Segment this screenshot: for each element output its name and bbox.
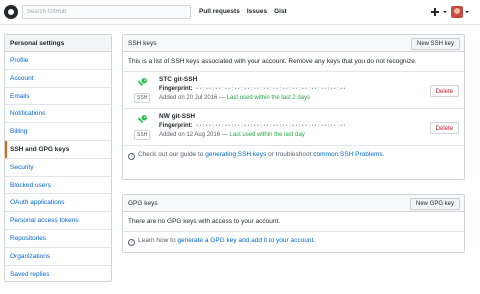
github-logo-icon[interactable] xyxy=(4,5,18,19)
sidebar-item-billing[interactable]: Billing xyxy=(5,123,111,141)
key-fingerprint: Fingerprint: ••:••:••:••:••:••:••:••:••:•… xyxy=(159,86,346,92)
gpg-keys-header: GPG keys New GPG key xyxy=(123,195,464,212)
top-nav: Pull requests Issues Gist xyxy=(199,8,287,15)
key-details: NW git-SSH Fingerprint: ••:••:••:••:••:••… xyxy=(159,113,346,138)
user-menu-chevron-down-icon[interactable] xyxy=(465,11,469,13)
key-added-date: Added on 12 Aug 2016 — Last used within … xyxy=(159,132,346,138)
help-prefix: Learn how to xyxy=(138,237,178,244)
gpg-keys-panel: GPG keys New GPG key There are no GPG ke… xyxy=(122,194,465,253)
key-fingerprint: Fingerprint: ••:••:••:••:••:••:••:••:••:•… xyxy=(159,123,346,129)
avatar[interactable] xyxy=(451,6,463,18)
sidebar-item-emails[interactable]: Emails xyxy=(5,88,111,106)
nav-issues[interactable]: Issues xyxy=(247,8,267,15)
nav-gist[interactable]: Gist xyxy=(274,8,287,15)
sidebar-item-notifications[interactable]: Notifications xyxy=(5,105,111,124)
list-item: SSH NW git-SSH Fingerprint: ••:••:••:••:•… xyxy=(123,109,464,146)
gpg-empty-text: There are no GPG keys with access to you… xyxy=(123,212,464,232)
ssh-badge: SSH xyxy=(134,130,151,140)
sidebar-item-security[interactable]: Security xyxy=(5,159,111,177)
sidebar-item-account[interactable]: Account xyxy=(5,70,111,88)
sidebar-item-blocked-users[interactable]: Blocked users xyxy=(5,177,111,195)
key-icon xyxy=(135,114,149,126)
new-ssh-key-button[interactable]: New SSH key xyxy=(410,37,460,50)
sidebar-item-profile[interactable]: Profile xyxy=(5,52,111,70)
added-text: Added on 12 Aug 2016 — xyxy=(159,132,230,138)
help-prefix: Check out our guide to xyxy=(138,151,206,158)
fingerprint-label: Fingerprint: xyxy=(159,86,193,92)
list-item: SSH STC git-SSH Fingerprint: ••:••:••:••:… xyxy=(123,72,464,109)
ssh-keys-header: SSH keys New SSH key xyxy=(123,35,464,52)
sidebar-item-repositories[interactable]: Repositories xyxy=(5,230,111,248)
fingerprint-label: Fingerprint: xyxy=(159,123,193,129)
gpg-keys-title: GPG keys xyxy=(128,200,158,207)
last-used-text: Last used within the last 2 days xyxy=(226,95,311,101)
generating-ssh-keys-link[interactable]: generating SSH keys xyxy=(205,151,266,158)
key-title: NW git-SSH xyxy=(159,113,196,120)
sidebar-item-oauth-applications[interactable]: OAuth applications xyxy=(5,194,111,213)
help-suffix: . xyxy=(313,237,316,244)
common-ssh-problems-link[interactable]: common SSH Problems xyxy=(313,151,382,158)
key-title: STC git-SSH xyxy=(159,76,198,83)
question-icon: ? xyxy=(128,239,135,246)
create-new-plus-icon[interactable] xyxy=(430,6,442,18)
ssh-keys-title: SSH keys xyxy=(128,40,157,47)
create-menu-chevron-down-icon[interactable] xyxy=(443,11,447,13)
gpg-help-text: ? Learn how to generate a GPG key and add… xyxy=(123,232,464,251)
question-icon: ? xyxy=(128,153,135,160)
nav-pull-requests[interactable]: Pull requests xyxy=(199,8,240,15)
sidebar-item-personal-access-tokens[interactable]: Personal access tokens xyxy=(5,212,111,230)
search-input[interactable] xyxy=(22,5,191,19)
ssh-help-text: ? Check out our guide to generating SSH k… xyxy=(123,146,464,165)
fingerprint-value: ••:••:••:••:••:••:••:••:••:••:••:••:••:•… xyxy=(195,123,347,129)
ssh-badge: SSH xyxy=(134,93,151,103)
delete-key-button[interactable]: Delete xyxy=(429,122,459,134)
fingerprint-value: ••:••:••:••:••:••:••:••:••:••:••:••:••:•… xyxy=(195,86,347,92)
last-used-text: Last used within the last day xyxy=(229,132,305,138)
key-added-date: Added on 20 Jul 2016 — Last used within … xyxy=(159,95,346,101)
sidebar-item-ssh-gpg-keys[interactable]: SSH and GPG keys xyxy=(5,140,111,159)
generate-gpg-key-link[interactable]: generate a GPG key and add it to your ac… xyxy=(177,237,313,244)
sidebar-title: Personal settings xyxy=(5,35,111,52)
key-icon xyxy=(135,77,149,89)
ssh-keys-panel: SSH keys New SSH key This is a list of S… xyxy=(122,34,465,180)
added-text: Added on 20 Jul 2016 — xyxy=(159,95,227,101)
new-gpg-key-button[interactable]: New GPG key xyxy=(409,197,460,210)
help-middle: or troubleshoot xyxy=(266,151,314,158)
settings-sidebar: Personal settings Profile Account Emails… xyxy=(4,34,112,282)
sidebar-item-saved-replies[interactable]: Saved replies xyxy=(5,266,111,281)
top-header: Pull requests Issues Gist xyxy=(0,0,480,25)
ssh-keys-intro: This is a list of SSH keys associated wi… xyxy=(123,52,464,72)
delete-key-button[interactable]: Delete xyxy=(429,85,459,97)
sidebar-item-organizations[interactable]: Organizations xyxy=(5,248,111,266)
help-suffix: . xyxy=(382,151,385,158)
key-details: STC git-SSH Fingerprint: ••:••:••:••:••:•… xyxy=(159,76,346,101)
